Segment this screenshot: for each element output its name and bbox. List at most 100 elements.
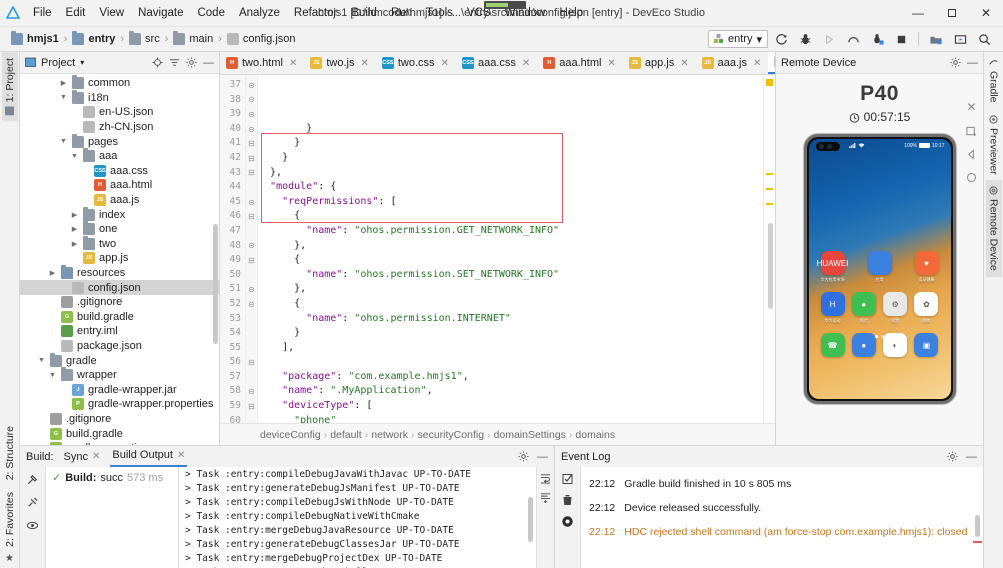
tool-window-favorites[interactable]: 2: Favorites xyxy=(2,486,18,553)
close-icon[interactable]: ✕ xyxy=(441,58,449,69)
attach-debugger-icon[interactable] xyxy=(866,29,888,49)
editor-breadcrumb-securityConfig[interactable]: securityConfig xyxy=(418,429,485,441)
tab-sync[interactable]: Sync ✕ xyxy=(62,451,103,463)
fold-toggle-icon[interactable]: ⊝ xyxy=(246,122,257,137)
menu-help[interactable]: Help xyxy=(552,0,590,27)
warning-marker[interactable] xyxy=(766,173,773,175)
settings-icon[interactable] xyxy=(186,57,197,68)
editor-breadcrumb-default[interactable]: default xyxy=(330,429,362,441)
menu-file[interactable]: File xyxy=(26,0,59,27)
hide-icon[interactable]: — xyxy=(537,451,548,463)
close-icon[interactable]: ✕ xyxy=(92,451,100,462)
device-mirror[interactable]: 100% 10:17 HUAWEI 华为应用市场 应用 ♥ 运动健康 H 华为运动 ● 短信 ⚙ 设… xyxy=(803,134,956,404)
expand-arrow-icon[interactable]: ▼ xyxy=(59,138,68,145)
trash-icon[interactable] xyxy=(562,494,573,506)
pin-icon[interactable] xyxy=(26,496,39,509)
soft-wrap-icon[interactable] xyxy=(540,473,551,484)
editor-tab-aaa-js[interactable]: JS aaa.js ✕ xyxy=(696,52,769,74)
expand-arrow-icon[interactable]: ▶ xyxy=(59,79,68,87)
tree-item-aaa-html[interactable]: Haaa.html xyxy=(20,178,219,193)
fold-toggle-icon[interactable]: ⊟ xyxy=(246,151,257,166)
menu-build[interactable]: Build xyxy=(344,0,384,27)
scroll-to-end-icon[interactable] xyxy=(540,492,551,503)
fold-toggle-icon[interactable]: ⊟ xyxy=(246,209,257,224)
editor-tab-two-js[interactable]: JS two.js ✕ xyxy=(304,52,376,74)
tree-item-gradle-properties[interactable]: Pgradle.properties xyxy=(20,441,219,445)
app-icon[interactable]: HUAWEI 华为应用市场 xyxy=(817,251,848,283)
editor-breadcrumb-domains[interactable]: domains xyxy=(575,429,615,441)
tool-window-project[interactable]: 1: Project xyxy=(1,52,18,122)
build-output-console[interactable]: > Task :entry:compileDebugJavaWithJavac … xyxy=(179,467,536,568)
code-content[interactable]: } } } }, "module": { "reqPermissions": [… xyxy=(258,75,763,423)
editor-tab-app-js[interactable]: JS app.js ✕ xyxy=(623,52,696,74)
hide-icon[interactable]: — xyxy=(966,451,977,463)
menu-navigate[interactable]: Navigate xyxy=(131,0,190,27)
stop-icon[interactable] xyxy=(890,29,912,49)
tree-item-entry-iml[interactable]: entry.iml xyxy=(20,324,219,339)
tree-item-config-json[interactable]: config.json xyxy=(20,280,219,295)
expand-arrow-icon[interactable]: ▶ xyxy=(48,269,57,277)
event-log-scrollbar[interactable] xyxy=(975,515,980,537)
tree-item-zh-cn-json[interactable]: zh-CN.json xyxy=(20,120,219,135)
menu-run[interactable]: Run xyxy=(384,0,419,27)
run-configuration-selector[interactable]: entry ▾ xyxy=(708,30,768,48)
tree-item-wrapper[interactable]: ▼ wrapper xyxy=(20,367,219,383)
expand-arrow-icon[interactable]: ▼ xyxy=(70,153,79,160)
editor-tab-aaa-html[interactable]: Haaa.html ✕ xyxy=(537,52,623,74)
editor-tab-two-css[interactable]: CSS two.css ✕ xyxy=(376,52,456,74)
settings-icon[interactable] xyxy=(950,57,961,68)
fold-toggle-icon[interactable] xyxy=(246,268,257,283)
tree-item-en-us-json[interactable]: en-US.json xyxy=(20,105,219,120)
app-icon[interactable]: ✿ 图库 xyxy=(914,292,939,324)
hide-icon[interactable]: — xyxy=(203,57,214,69)
project-tree-scrollbar[interactable] xyxy=(213,224,218,344)
sync-icon[interactable] xyxy=(770,29,792,49)
run-step-icon[interactable] xyxy=(818,29,840,49)
tree-item-package-json[interactable]: package.json xyxy=(20,339,219,354)
warning-marker[interactable] xyxy=(766,188,773,190)
editor-tabs[interactable]: Htwo.html ✕ JS two.js ✕ CSS two.css ✕ CSS aaa.css… xyxy=(220,52,775,75)
fold-toggle-icon[interactable]: ⊟ xyxy=(246,399,257,414)
fold-toggle-icon[interactable]: ⊝ xyxy=(246,78,257,93)
tree-item-aaa-js[interactable]: JS aaa.js xyxy=(20,193,219,208)
fold-toggle-icon[interactable]: ⊝ xyxy=(246,297,257,312)
minimize-button[interactable]: — xyxy=(901,0,935,27)
fold-toggle-icon[interactable]: ⊝ xyxy=(246,239,257,254)
close-icon[interactable]: ✕ xyxy=(680,58,688,69)
hide-icon[interactable]: — xyxy=(967,57,978,69)
tree-item-two[interactable]: ▶ two xyxy=(20,235,219,252)
close-icon[interactable]: ✕ xyxy=(607,58,615,69)
breadcrumb-hmjs1[interactable]: hmjs1 xyxy=(8,31,62,45)
tree-item-one[interactable]: ▶ one xyxy=(20,221,219,237)
search-everywhere-icon[interactable] xyxy=(973,29,995,49)
fold-toggle-icon[interactable] xyxy=(246,414,257,423)
menu-analyze[interactable]: Analyze xyxy=(232,0,287,27)
tree-item-resources[interactable]: ▶ resources xyxy=(20,265,219,281)
device-manager-icon[interactable] xyxy=(925,29,947,49)
settings-icon[interactable] xyxy=(518,450,529,463)
menu-edit[interactable]: Edit xyxy=(59,0,93,27)
expand-arrow-icon[interactable]: ▼ xyxy=(59,94,68,101)
expand-arrow-icon[interactable]: ▶ xyxy=(70,240,79,248)
close-icon[interactable]: ✕ xyxy=(753,58,761,69)
fold-toggle-icon[interactable] xyxy=(246,326,257,341)
eye-icon[interactable] xyxy=(26,519,39,532)
settings-gear-icon[interactable] xyxy=(561,515,574,528)
profiler-icon[interactable] xyxy=(842,29,864,49)
editor-breadcrumb[interactable]: deviceConfig › default › network › securityCon… xyxy=(220,423,775,445)
fold-toggle-icon[interactable] xyxy=(246,341,257,356)
fold-toggle-icon[interactable] xyxy=(246,370,257,385)
menu-refactor[interactable]: Refactor xyxy=(287,0,344,27)
breadcrumb-entry[interactable]: entry xyxy=(69,31,118,45)
warning-marker[interactable] xyxy=(766,203,773,205)
tree-item-aaa[interactable]: ▼ aaa xyxy=(20,148,219,164)
back-icon[interactable] xyxy=(966,149,977,160)
menu-code[interactable]: Code xyxy=(190,0,232,27)
tree-item-gradle-wrapper-jar[interactable]: Jgradle-wrapper.jar xyxy=(20,382,219,397)
fold-toggle-icon[interactable]: ⊝ xyxy=(246,195,257,210)
editor-breadcrumb-network[interactable]: network xyxy=(371,429,408,441)
editor-breadcrumb-domainSettings[interactable]: domainSettings xyxy=(494,429,566,441)
expand-arrow-icon[interactable]: ▼ xyxy=(48,372,57,379)
fold-toggle-icon[interactable] xyxy=(246,224,257,239)
fold-toggle-icon[interactable]: ⊝ xyxy=(246,282,257,297)
